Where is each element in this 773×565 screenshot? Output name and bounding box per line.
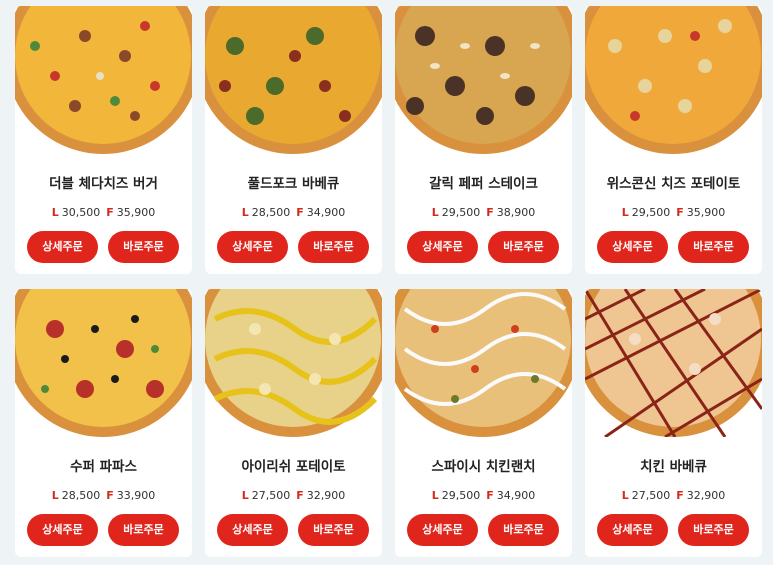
family-size-price: 34,900 [496, 489, 536, 502]
product-grid: 더블 체다치즈 버거 L 30,500 F 35,900 상세주문 바로주문 풀드포크… [0, 0, 773, 565]
product-price: L 27,500 F 32,900 [205, 489, 382, 502]
large-size-price: 29,500 [631, 206, 671, 219]
product-name: 풀드포크 바베큐 [247, 176, 340, 192]
detail-order-button[interactable]: 상세주문 [217, 514, 288, 546]
product-card[interactable]: 위스콘신 치즈 포테이토 L 29,500 F 35,900 상세주문 바로주문 [585, 6, 762, 274]
quick-order-button[interactable]: 바로주문 [678, 514, 749, 546]
quick-order-button[interactable]: 바로주문 [488, 514, 559, 546]
detail-order-button[interactable]: 상세주문 [27, 231, 98, 263]
product-price: L 27,500 F 32,900 [585, 489, 762, 502]
product-card[interactable]: 풀드포크 바베큐 L 28,500 F 34,900 상세주문 바로주문 [205, 6, 382, 274]
large-size-label: L [51, 206, 59, 219]
detail-order-button[interactable]: 상세주문 [217, 231, 288, 263]
family-size-label: F [676, 206, 684, 219]
large-size-price: 29,500 [441, 206, 481, 219]
quick-order-button[interactable]: 바로주문 [678, 231, 749, 263]
product-name: 아이리쉬 포테이토 [241, 459, 346, 475]
detail-order-button[interactable]: 상세주문 [597, 231, 668, 263]
pizza-image[interactable] [205, 289, 382, 437]
product-card[interactable]: 아이리쉬 포테이토 L 27,500 F 32,900 상세주문 바로주문 [205, 289, 382, 557]
large-size-label: L [621, 206, 629, 219]
pizza-image[interactable] [395, 6, 572, 154]
family-size-label: F [106, 206, 114, 219]
product-name: 갈릭 페퍼 스테이크 [429, 176, 538, 192]
product-card[interactable]: 치킨 바베큐 L 27,500 F 32,900 상세주문 바로주문 [585, 289, 762, 557]
large-size-price: 30,500 [61, 206, 101, 219]
large-size-price: 28,500 [61, 489, 101, 502]
pizza-image[interactable] [205, 6, 382, 154]
large-size-label: L [431, 489, 439, 502]
family-size-price: 35,900 [686, 206, 726, 219]
family-size-price: 34,900 [306, 206, 346, 219]
product-name: 스파이시 치킨랜치 [431, 459, 536, 475]
family-size-label: F [296, 489, 304, 502]
product-card[interactable]: 더블 체다치즈 버거 L 30,500 F 35,900 상세주문 바로주문 [15, 6, 192, 274]
product-name: 수퍼 파파스 [70, 459, 137, 475]
detail-order-button[interactable]: 상세주문 [407, 231, 478, 263]
product-price: L 28,500 F 34,900 [205, 206, 382, 219]
large-size-label: L [241, 489, 249, 502]
detail-order-button[interactable]: 상세주문 [27, 514, 98, 546]
product-name: 위스콘신 치즈 포테이토 [606, 176, 741, 192]
product-price: L 29,500 F 35,900 [585, 206, 762, 219]
quick-order-button[interactable]: 바로주문 [488, 231, 559, 263]
product-price: L 28,500 F 33,900 [15, 489, 192, 502]
quick-order-button[interactable]: 바로주문 [108, 231, 179, 263]
large-size-price: 28,500 [251, 206, 291, 219]
pizza-image[interactable] [585, 289, 762, 437]
large-size-label: L [51, 489, 59, 502]
product-name: 더블 체다치즈 버거 [49, 176, 158, 192]
product-name: 치킨 바베큐 [640, 459, 707, 475]
product-price: L 29,500 F 38,900 [395, 206, 572, 219]
detail-order-button[interactable]: 상세주문 [407, 514, 478, 546]
product-price: L 30,500 F 35,900 [15, 206, 192, 219]
product-card[interactable]: 갈릭 페퍼 스테이크 L 29,500 F 38,900 상세주문 바로주문 [395, 6, 572, 274]
family-size-price: 33,900 [116, 489, 156, 502]
product-price: L 29,500 F 34,900 [395, 489, 572, 502]
family-size-label: F [106, 489, 114, 502]
detail-order-button[interactable]: 상세주문 [597, 514, 668, 546]
family-size-price: 32,900 [306, 489, 346, 502]
large-size-label: L [621, 489, 629, 502]
large-size-label: L [241, 206, 249, 219]
family-size-price: 32,900 [686, 489, 726, 502]
quick-order-button[interactable]: 바로주문 [298, 231, 369, 263]
product-card[interactable]: 수퍼 파파스 L 28,500 F 33,900 상세주문 바로주문 [15, 289, 192, 557]
product-card[interactable]: 스파이시 치킨랜치 L 29,500 F 34,900 상세주문 바로주문 [395, 289, 572, 557]
quick-order-button[interactable]: 바로주문 [108, 514, 179, 546]
pizza-image[interactable] [395, 289, 572, 437]
quick-order-button[interactable]: 바로주문 [298, 514, 369, 546]
family-size-label: F [486, 489, 494, 502]
pizza-image[interactable] [15, 6, 192, 154]
pizza-image[interactable] [585, 6, 762, 154]
family-size-price: 38,900 [496, 206, 536, 219]
pizza-image[interactable] [15, 289, 192, 437]
family-size-label: F [486, 206, 494, 219]
large-size-label: L [431, 206, 439, 219]
family-size-label: F [296, 206, 304, 219]
large-size-price: 27,500 [251, 489, 291, 502]
large-size-price: 29,500 [441, 489, 481, 502]
large-size-price: 27,500 [631, 489, 671, 502]
family-size-label: F [676, 489, 684, 502]
family-size-price: 35,900 [116, 206, 156, 219]
